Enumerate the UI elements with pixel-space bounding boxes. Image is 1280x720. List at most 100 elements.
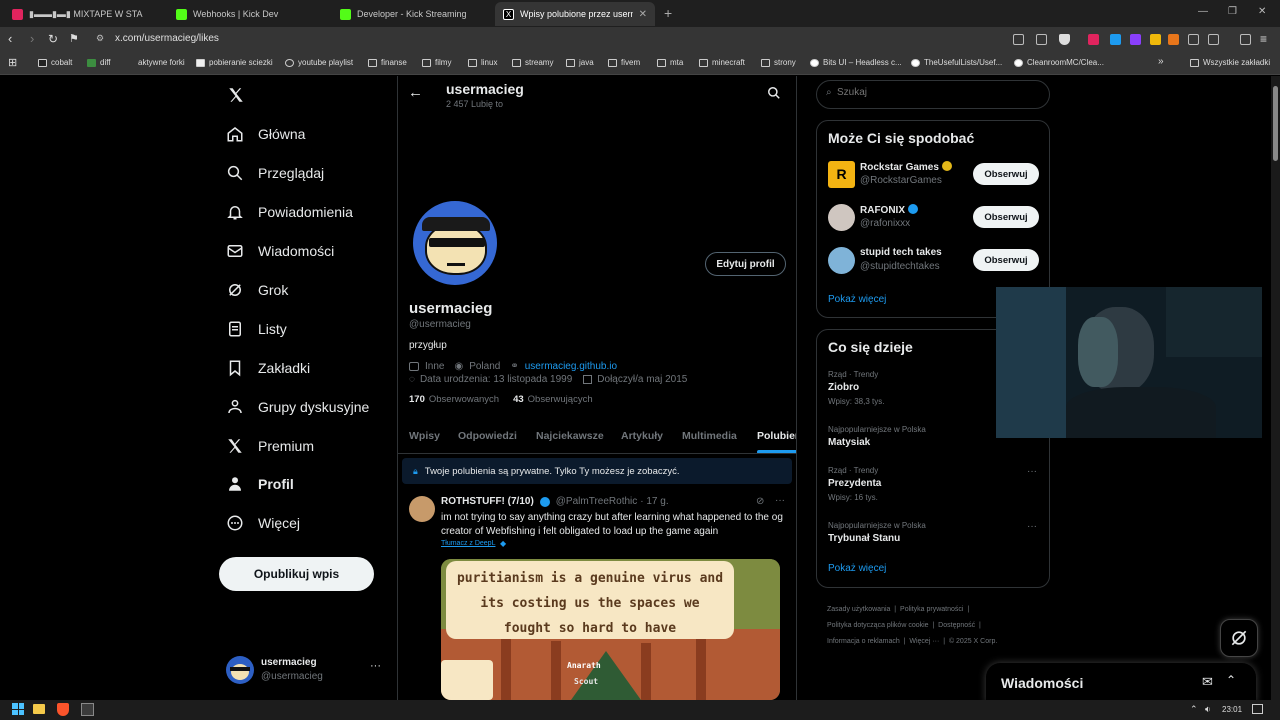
suggestion-name[interactable]: Rockstar Games [860, 162, 939, 173]
back-icon[interactable]: ‹ [8, 32, 12, 46]
footer-link[interactable]: Polityka prywatności [900, 606, 963, 613]
app-icon[interactable] [81, 703, 94, 716]
nav-communities[interactable]: Grupy dyskusyjne [226, 398, 369, 416]
suggestion-row[interactable]: stupid tech takes @stupidtechtakes Obser… [817, 245, 1051, 277]
scrollbar[interactable] [1271, 76, 1280, 700]
messages-drawer[interactable]: Wiadomości ✉ ⌃ [986, 663, 1256, 700]
url-input[interactable]: ⚙ x.com/usermacieg/likes [90, 30, 1090, 49]
extension-icon[interactable] [1168, 34, 1179, 45]
tab-webhooks[interactable]: Webhooks | Kick Dev [168, 2, 328, 26]
grok-icon[interactable]: ⊘ [756, 496, 764, 507]
search-field[interactable] [837, 87, 1037, 98]
suggestion-row[interactable]: R Rockstar Games @RockstarGames Obserwuj [817, 159, 1051, 191]
more-options-icon[interactable]: ··· [370, 660, 381, 672]
extension-icon[interactable] [1110, 34, 1121, 45]
tab-developer[interactable]: Developer - Kick Streaming [332, 2, 492, 26]
expand-icon[interactable]: ⌃ [1226, 673, 1236, 687]
following-label[interactable]: Obserwowanych [429, 394, 499, 405]
bookmark-folder[interactable]: java [566, 58, 594, 67]
followers-label[interactable]: Obserwujących [528, 394, 593, 405]
volume-icon[interactable]: 🔉︎ [1205, 704, 1211, 715]
bookmark-item[interactable]: CleanroomMC/Clea... [1014, 58, 1104, 67]
nav-more[interactable]: Więcej [226, 514, 300, 532]
grok-floating-button[interactable] [1220, 619, 1258, 657]
tab-posts[interactable]: Wpisy [409, 430, 440, 442]
stupidtechtakes-avatar[interactable] [828, 247, 855, 274]
tweet-time[interactable]: · 17 g. [640, 496, 668, 507]
more-options-icon[interactable]: ··· [775, 495, 785, 506]
nav-explore[interactable]: Przeglądaj [226, 164, 324, 182]
tweet-author-avatar[interactable] [409, 496, 435, 522]
nav-home[interactable]: Główna [226, 125, 305, 143]
new-tab-button[interactable]: + [664, 5, 672, 21]
new-message-icon[interactable]: ✉ [1202, 674, 1213, 690]
trend-item[interactable]: Najpopularniejsze w Polska Trybunał Stan… [817, 519, 1051, 553]
show-more-link[interactable]: Pokaż więcej [828, 563, 886, 574]
post-button[interactable]: Opublikuj wpis [219, 557, 374, 591]
tab-articles[interactable]: Artykuły [621, 430, 663, 442]
edit-profile-button[interactable]: Edytuj profil [705, 252, 786, 276]
tweet-author-name[interactable]: ROTHSTUFF! (7/10) [441, 496, 534, 507]
rafonix-avatar[interactable] [828, 204, 855, 231]
bookmark-folder[interactable]: fivem [608, 58, 640, 67]
reload-icon[interactable]: ↻ [48, 32, 58, 46]
search-input[interactable]: ⌕ [816, 80, 1050, 109]
bookmark-item[interactable]: TheUsefulLists/Usef... [911, 58, 1002, 67]
translate-link[interactable]: Tłumacz z DeepL [441, 540, 495, 547]
bookmark-item[interactable]: youtube playlist [285, 58, 353, 67]
apps-icon[interactable]: ⊞ [8, 56, 17, 69]
site-info-icon[interactable]: ⚙ [96, 33, 104, 44]
nav-lists[interactable]: Listy [226, 320, 287, 338]
footer-link[interactable]: Więcej ··· [909, 638, 939, 645]
media-icon[interactable] [1240, 34, 1251, 45]
account-switcher[interactable]: usermacieg @usermacieg ··· [226, 654, 384, 688]
notifications-icon[interactable] [1252, 704, 1263, 714]
bookmark-folder[interactable]: streamy [512, 58, 553, 67]
suggestion-name[interactable]: RAFONIX [860, 205, 905, 216]
tab-highlights[interactable]: Najciekawsze [536, 430, 604, 442]
x-logo-icon[interactable] [227, 86, 245, 104]
show-more-link[interactable]: Pokaż więcej [828, 294, 886, 305]
trend-more-icon[interactable]: ··· [1027, 521, 1037, 532]
bookmark-item[interactable]: Bits UI – Headless c... [810, 58, 902, 67]
profile-avatar[interactable] [410, 198, 500, 288]
brave-icon[interactable] [57, 703, 69, 716]
nav-notifications[interactable]: Powiadomienia [226, 203, 353, 221]
bookmark-item[interactable]: cobalt [38, 58, 72, 67]
bookmark-folder[interactable]: strony [761, 58, 796, 67]
bookmark-page-icon[interactable]: ⚑ [69, 32, 79, 46]
tab-media[interactable]: Multimedia [682, 430, 737, 442]
follow-button[interactable]: Obserwuj [973, 163, 1039, 185]
footer-link[interactable]: Informacja o reklamach [827, 638, 900, 645]
bookmark-item[interactable]: diff [87, 58, 111, 67]
nav-profile[interactable]: Profil [226, 475, 294, 493]
clock[interactable]: 23:01 [1222, 705, 1242, 714]
nav-messages[interactable]: Wiadomości [226, 242, 334, 260]
suggestion-name[interactable]: stupid tech takes [860, 247, 942, 258]
tab-mixtape[interactable]: ▮▬▬▮▬▮ MIXTAPE W STA [4, 2, 164, 26]
tweet[interactable]: ROTHSTUFF! (7/10) @PalmTreeRothic · 17 g… [398, 490, 796, 700]
share-icon[interactable] [1036, 34, 1047, 45]
tab-likes[interactable]: X Wpisy polubione przez usermac ✕ [495, 2, 655, 26]
install-app-icon[interactable] [1013, 34, 1024, 45]
all-bookmarks[interactable]: Wszystkie zakładki [1190, 58, 1270, 67]
extension-icon[interactable] [1150, 34, 1161, 45]
extension-icon[interactable] [1130, 34, 1141, 45]
scrollbar-thumb[interactable] [1273, 86, 1278, 161]
forward-icon[interactable]: › [30, 32, 34, 46]
minimize-button[interactable]: — [1198, 6, 1208, 17]
tweet-image[interactable]: puritianism is a genuine virus and its c… [441, 559, 780, 700]
follow-button[interactable]: Obserwuj [973, 206, 1039, 228]
bookmark-item[interactable]: pobieranie sciezki [196, 58, 273, 67]
bookmark-item[interactable]: aktywne forki [125, 58, 185, 67]
trend-more-icon[interactable]: ··· [1027, 466, 1037, 477]
nav-premium[interactable]: Premium [226, 437, 314, 455]
follow-button[interactable]: Obserwuj [973, 249, 1039, 271]
menu-icon[interactable]: ≡ [1260, 32, 1267, 46]
tweet-author-handle[interactable]: @PalmTreeRothic [556, 496, 637, 507]
bookmark-folder[interactable]: filmy [422, 58, 451, 67]
start-icon[interactable] [12, 703, 24, 715]
followers-count[interactable]: 43 [513, 394, 524, 405]
tab-replies[interactable]: Odpowiedzi [458, 430, 517, 442]
extension-icon[interactable] [1088, 34, 1099, 45]
